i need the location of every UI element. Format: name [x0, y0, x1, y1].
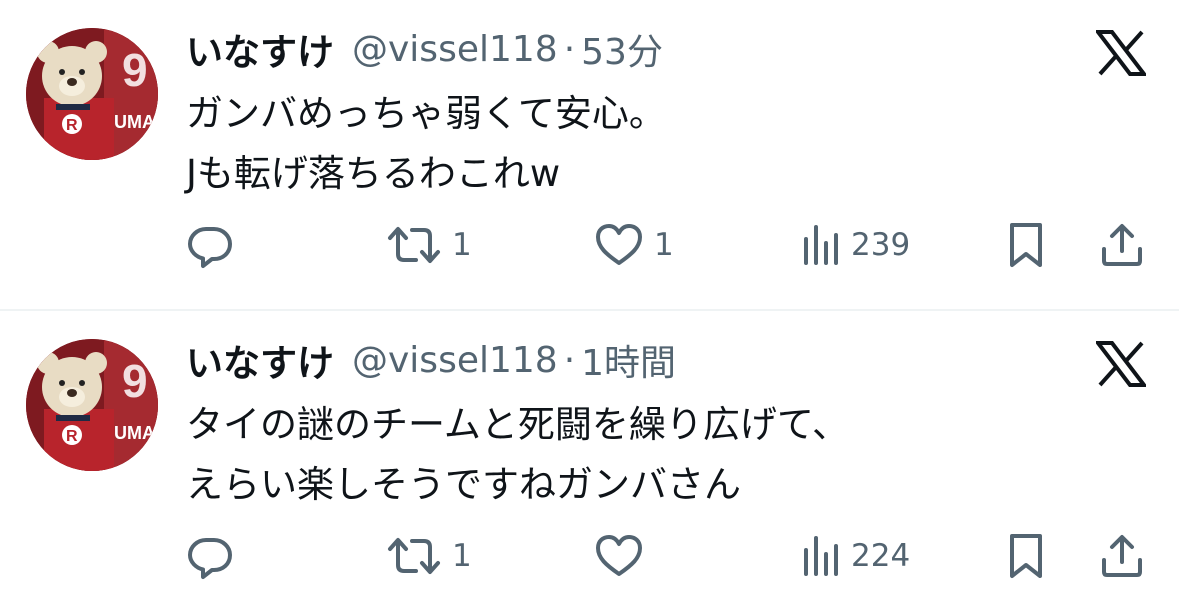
- tweet[interactable]: 9 UMA R いなすけ @vissel118 · 1時間 タイの謎のチームと死…: [0, 311, 1179, 611]
- action-bar: 1 224: [186, 531, 1146, 581]
- reply-icon: [188, 227, 232, 268]
- timestamp[interactable]: 53分: [581, 23, 663, 75]
- separator-dot: ·: [563, 28, 576, 70]
- views-count: 224: [851, 538, 911, 574]
- retweet-button[interactable]: 1: [386, 220, 472, 270]
- views-icon: [804, 225, 838, 265]
- tweet-text: ガンバめっちゃ弱くて安心。 Jも転げ落ちるわこれw: [186, 84, 1146, 204]
- like-button[interactable]: [594, 531, 654, 581]
- like-button[interactable]: 1: [594, 220, 674, 270]
- bookmark-button[interactable]: [1004, 531, 1048, 581]
- like-icon: [596, 224, 642, 265]
- x-logo-icon: [1093, 341, 1149, 387]
- tweet-text-line: ガンバめっちゃ弱くて安心。: [186, 92, 666, 135]
- svg-text:UMA: UMA: [114, 423, 155, 443]
- tweet-text-line: タイの謎のチームと死闘を繰り広げて、: [186, 403, 850, 446]
- tweet-header: いなすけ @vissel118 · 1時間: [186, 333, 676, 387]
- retweet-count: 1: [452, 227, 472, 263]
- views-icon: [804, 536, 838, 576]
- avatar-bear-image: 9 UMA R: [26, 339, 158, 471]
- reply-icon: [188, 538, 232, 579]
- svg-text:9: 9: [122, 355, 148, 407]
- tweet[interactable]: 9 UMA R いなすけ @vissel118 · 53分 ガンバめっちゃ弱くて…: [0, 0, 1179, 300]
- like-count: 1: [654, 227, 674, 263]
- share-icon: [1102, 224, 1142, 266]
- timestamp[interactable]: 1時間: [581, 334, 676, 386]
- like-icon: [596, 535, 642, 576]
- svg-text:R: R: [66, 117, 78, 134]
- avatar[interactable]: 9 UMA R: [26, 339, 158, 471]
- reply-button[interactable]: [186, 531, 244, 581]
- retweet-button[interactable]: 1: [386, 531, 472, 581]
- avatar[interactable]: 9 UMA R: [26, 28, 158, 160]
- bookmark-icon: [1010, 534, 1042, 578]
- x-logo-icon: [1093, 30, 1149, 76]
- share-icon: [1102, 535, 1142, 577]
- author-name[interactable]: いなすけ: [186, 22, 334, 76]
- views-button[interactable]: 239: [801, 220, 910, 270]
- share-button[interactable]: [1098, 531, 1146, 581]
- svg-text:9: 9: [122, 44, 148, 96]
- svg-text:R: R: [66, 428, 78, 445]
- views-count: 239: [851, 227, 911, 263]
- tweet-text-line: Jも転げ落ちるわこれw: [186, 152, 561, 195]
- bookmark-button[interactable]: [1004, 220, 1048, 270]
- share-button[interactable]: [1098, 220, 1146, 270]
- retweet-icon: [388, 538, 440, 574]
- retweet-icon: [388, 227, 440, 263]
- tweet-header: いなすけ @vissel118 · 53分: [186, 22, 663, 76]
- author-name[interactable]: いなすけ: [186, 333, 334, 387]
- separator-dot: ·: [563, 339, 576, 381]
- avatar-bear-image: 9 UMA R: [26, 28, 158, 160]
- author-handle[interactable]: @vissel118: [352, 340, 558, 381]
- bookmark-icon: [1010, 223, 1042, 267]
- views-button[interactable]: 224: [801, 531, 910, 581]
- tweet-text-line: えらい楽しそうですねガンバさん: [186, 463, 741, 506]
- reply-button[interactable]: [186, 220, 244, 270]
- action-bar: 1 1 239: [186, 220, 1146, 270]
- svg-text:UMA: UMA: [114, 112, 155, 132]
- author-handle[interactable]: @vissel118: [352, 29, 558, 70]
- retweet-count: 1: [452, 538, 472, 574]
- tweet-text: タイの謎のチームと死闘を繰り広げて、 えらい楽しそうですねガンバさん: [186, 395, 1146, 515]
